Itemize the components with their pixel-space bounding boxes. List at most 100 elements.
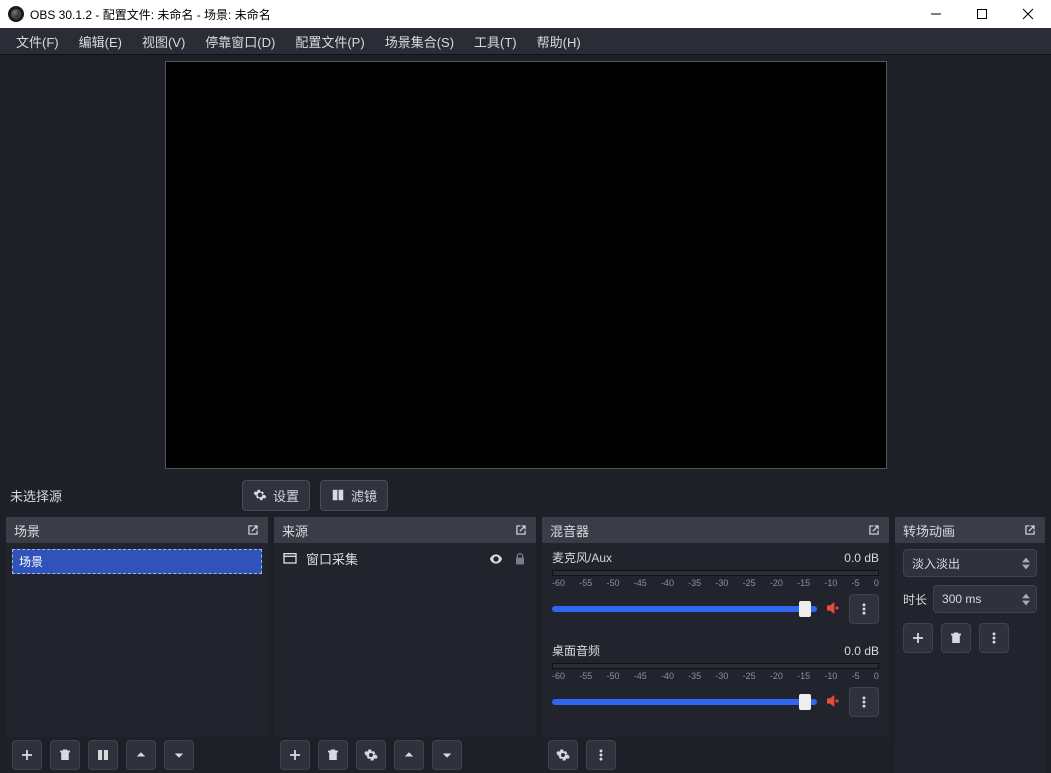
menu-view[interactable]: 视图(V)	[132, 29, 195, 54]
mixer-channel-menu-button[interactable]	[849, 594, 879, 624]
audio-ticks: -60-55-50-45-40-35-30-25-20-15-10-50	[552, 671, 879, 681]
plus-icon	[911, 631, 925, 645]
source-item-label: 窗口采集	[306, 549, 480, 568]
mixer-channel-db: 0.0 dB	[844, 551, 879, 565]
mute-button[interactable]	[825, 693, 841, 712]
more-vertical-icon	[857, 602, 871, 616]
menu-file[interactable]: 文件(F)	[6, 29, 69, 54]
duration-value: 300 ms	[942, 592, 981, 606]
mixer-channel-name: 桌面音频	[552, 642, 844, 659]
close-button[interactable]	[1005, 0, 1051, 28]
speaker-muted-icon	[825, 600, 841, 616]
source-properties-button[interactable]: 设置	[242, 480, 310, 511]
source-filters-label: 滤镜	[351, 486, 377, 505]
menu-scene-collection[interactable]: 场景集合(S)	[375, 29, 464, 54]
menu-edit[interactable]: 编辑(E)	[69, 29, 132, 54]
mixer-dock: 混音器 麦克风/Aux 0.0 dB -60-55-50-45-40-35-30…	[542, 517, 889, 773]
duration-input[interactable]: 300 ms	[933, 585, 1037, 613]
preview-area	[0, 55, 1051, 479]
gear-icon	[556, 748, 570, 762]
move-scene-up-button[interactable]	[126, 740, 156, 770]
mixer-settings-button[interactable]	[548, 740, 578, 770]
move-source-down-button[interactable]	[432, 740, 462, 770]
add-source-button[interactable]	[280, 740, 310, 770]
transitions-header: 转场动画	[895, 517, 1045, 543]
gear-icon	[364, 748, 378, 762]
sources-title: 来源	[282, 521, 308, 540]
lock-icon[interactable]	[512, 551, 528, 567]
filters-icon	[331, 488, 345, 502]
popout-icon[interactable]	[1023, 523, 1037, 537]
mixer-channel: 麦克风/Aux 0.0 dB -60-55-50-45-40-35-30-25-…	[542, 543, 889, 636]
volume-slider[interactable]	[552, 606, 817, 612]
more-vertical-icon	[594, 748, 608, 762]
gear-icon	[253, 488, 267, 502]
minimize-button[interactable]	[913, 0, 959, 28]
mixer-title: 混音器	[550, 521, 589, 540]
audio-meter	[552, 663, 879, 669]
menu-tools[interactable]: 工具(T)	[464, 29, 527, 54]
source-item[interactable]: 窗口采集	[274, 543, 536, 574]
duration-label: 时长	[903, 591, 927, 608]
transition-select[interactable]: 淡入淡出	[903, 549, 1037, 577]
source-filters-button[interactable]: 滤镜	[320, 480, 388, 511]
spinner-icon	[1022, 557, 1030, 570]
menu-profile[interactable]: 配置文件(P)	[285, 29, 374, 54]
spinner-icon	[1022, 593, 1030, 606]
remove-transition-button[interactable]	[941, 623, 971, 653]
sources-header: 来源	[274, 517, 536, 543]
chevron-down-icon	[440, 748, 454, 762]
move-source-up-button[interactable]	[394, 740, 424, 770]
mixer-menu-button[interactable]	[586, 740, 616, 770]
audio-ticks: -60-55-50-45-40-35-30-25-20-15-10-50	[552, 578, 879, 588]
scenes-header: 场景	[6, 517, 268, 543]
window-titlebar: OBS 30.1.2 - 配置文件: 未命名 - 场景: 未命名	[0, 0, 1051, 28]
app-icon	[8, 6, 24, 22]
volume-slider[interactable]	[552, 699, 817, 705]
mixer-channel: 桌面音频 0.0 dB -60-55-50-45-40-35-30-25-20-…	[542, 636, 889, 729]
preview-canvas[interactable]	[165, 61, 887, 469]
plus-icon	[20, 748, 34, 762]
sources-dock: 来源 窗口采集	[274, 517, 536, 773]
transition-select-value: 淡入淡出	[912, 555, 960, 572]
speaker-muted-icon	[825, 693, 841, 709]
plus-icon	[288, 748, 302, 762]
trash-icon	[58, 748, 72, 762]
transitions-title: 转场动画	[903, 521, 955, 540]
more-vertical-icon	[987, 631, 1001, 645]
chevron-down-icon	[172, 748, 186, 762]
mixer-channel-menu-button[interactable]	[849, 687, 879, 717]
menu-help[interactable]: 帮助(H)	[527, 29, 591, 54]
more-vertical-icon	[857, 695, 871, 709]
window-icon	[282, 551, 298, 567]
transitions-dock: 转场动画 淡入淡出 时长 300 ms	[895, 517, 1045, 773]
trash-icon	[326, 748, 340, 762]
add-transition-button[interactable]	[903, 623, 933, 653]
popout-icon[interactable]	[867, 523, 881, 537]
transition-menu-button[interactable]	[979, 623, 1009, 653]
filters-icon	[96, 748, 110, 762]
menu-dock[interactable]: 停靠窗口(D)	[195, 29, 285, 54]
add-scene-button[interactable]	[12, 740, 42, 770]
mute-button[interactable]	[825, 600, 841, 619]
remove-scene-button[interactable]	[50, 740, 80, 770]
scenes-title: 场景	[14, 521, 40, 540]
mixer-channel-db: 0.0 dB	[844, 644, 879, 658]
source-properties-button[interactable]	[356, 740, 386, 770]
maximize-button[interactable]	[959, 0, 1005, 28]
audio-meter	[552, 570, 879, 576]
scene-item[interactable]: 场景	[12, 549, 262, 574]
remove-source-button[interactable]	[318, 740, 348, 770]
scenes-dock: 场景 场景	[6, 517, 268, 773]
menubar: 文件(F) 编辑(E) 视图(V) 停靠窗口(D) 配置文件(P) 场景集合(S…	[0, 28, 1051, 55]
move-scene-down-button[interactable]	[164, 740, 194, 770]
popout-icon[interactable]	[514, 523, 528, 537]
window-title: OBS 30.1.2 - 配置文件: 未命名 - 场景: 未命名	[30, 6, 271, 23]
source-toolbar: 未选择源 设置 滤镜	[0, 479, 1051, 511]
mixer-channel-name: 麦克风/Aux	[552, 549, 844, 566]
trash-icon	[949, 631, 963, 645]
scene-filters-button[interactable]	[88, 740, 118, 770]
chevron-up-icon	[402, 748, 416, 762]
eye-icon[interactable]	[488, 551, 504, 567]
popout-icon[interactable]	[246, 523, 260, 537]
